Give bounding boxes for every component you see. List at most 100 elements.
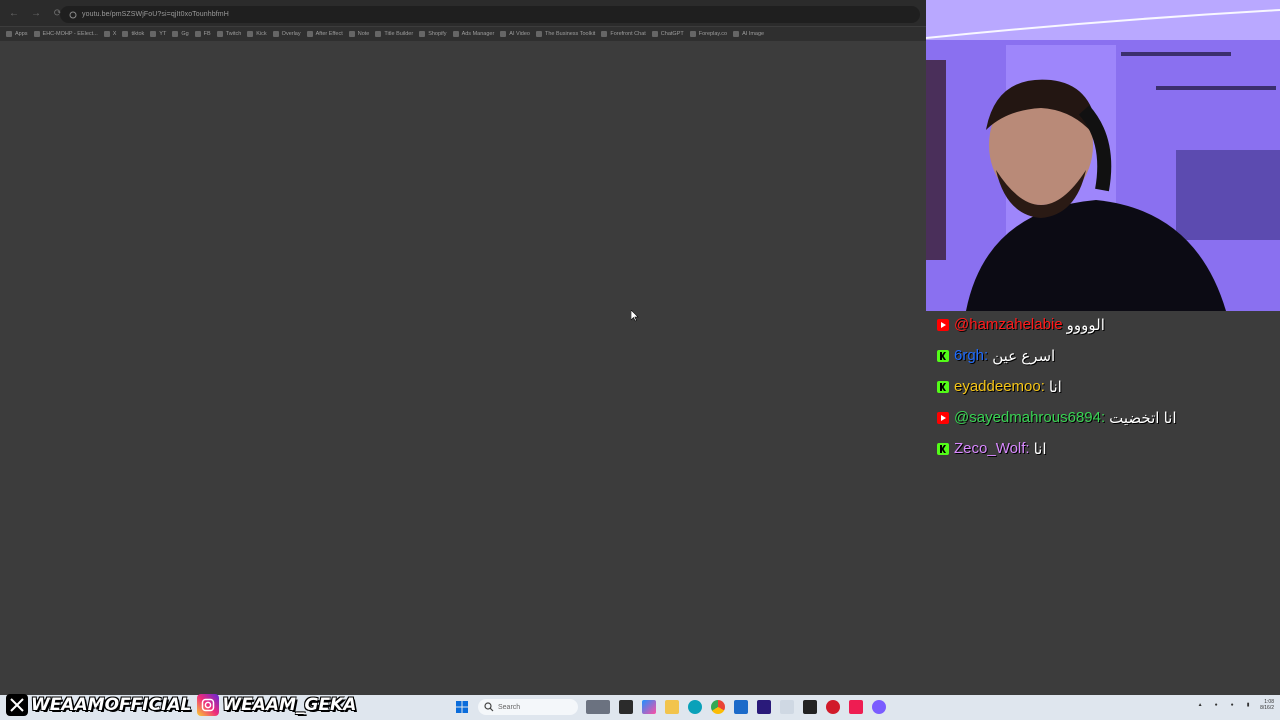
file-explorer-icon[interactable] <box>665 700 679 714</box>
bookmark-label: EHC-MOHP - EElect... <box>42 31 98 37</box>
premiere-icon[interactable] <box>757 700 771 714</box>
webcam-image <box>926 0 1280 311</box>
copilot-icon[interactable] <box>642 700 656 714</box>
bookmark-label: After Effect <box>315 31 343 37</box>
bookmark-label: The Business Toolkit <box>544 31 596 37</box>
search-placeholder: Search <box>498 703 521 711</box>
widgets-icon[interactable] <box>586 700 610 714</box>
bookmark-favicon-icon <box>33 31 40 37</box>
kick-icon <box>937 380 949 393</box>
bookmark-item[interactable]: Forefront Chat <box>601 31 646 37</box>
bookmark-favicon-icon <box>150 31 157 37</box>
bookmark-item[interactable]: Foreplay.co <box>689 31 727 37</box>
bookmark-item[interactable]: YT <box>150 31 166 37</box>
bookmark-favicon-icon <box>103 31 110 37</box>
taskbar-search[interactable]: Search <box>478 699 578 715</box>
bookmark-label: tiktok <box>131 31 145 37</box>
bookmark-label: Ads Manager <box>461 31 495 37</box>
volume-icon[interactable]: ● <box>1228 701 1236 709</box>
capture-icon[interactable] <box>826 700 840 714</box>
app-icon[interactable] <box>780 700 794 714</box>
kick-icon <box>937 349 949 362</box>
clock[interactable]: 1:08 8/16/2 <box>1260 699 1274 711</box>
bookmark-favicon-icon <box>348 31 355 37</box>
mail-icon[interactable] <box>734 700 748 714</box>
battery-icon[interactable]: ▮ <box>1244 701 1252 709</box>
bookmarks-bar: Apps EHC-MOHP - EElect... Xtiktok YT Gg FB Twi… <box>0 27 926 41</box>
bookmark-favicon-icon <box>651 31 658 37</box>
chat-message: Zeco_Wolf: انا <box>937 433 1277 464</box>
bookmark-label: Kick <box>256 31 267 37</box>
url-text[interactable]: youtu.be/pmSZSWjFoU?si=qjIt0xoTounhbfmH <box>82 11 229 18</box>
bookmark-item[interactable]: tiktok <box>122 31 144 37</box>
chevron-up-icon[interactable]: ▲ <box>1196 701 1204 709</box>
bookmark-item[interactable]: Overlay <box>272 31 301 37</box>
bookmark-item[interactable]: After Effect <box>306 31 343 37</box>
kick-icon <box>937 442 949 455</box>
bookmark-item[interactable]: Twitch <box>216 31 242 37</box>
task-view-icon[interactable] <box>619 700 633 714</box>
bookmark-label: Apps <box>15 31 28 37</box>
bookmark-favicon-icon <box>194 31 201 37</box>
bookmark-item[interactable]: AI Video <box>500 31 530 37</box>
bookmark-favicon-icon <box>733 31 740 37</box>
bookmark-item[interactable]: ChatGPT <box>651 31 684 37</box>
bookmark-favicon-icon <box>306 31 313 37</box>
bookmark-item[interactable]: The Business Toolkit <box>535 31 596 37</box>
bookmark-label: YT <box>159 31 167 37</box>
bookmark-favicon-icon <box>375 31 382 37</box>
bookmark-label: FB <box>203 31 211 37</box>
bookmark-item[interactable]: Kick <box>247 31 267 37</box>
bookmark-label: Shopify <box>428 31 447 37</box>
bookmark-favicon-icon <box>272 31 279 37</box>
windows-start-icon[interactable] <box>455 700 469 714</box>
mouse-cursor-icon <box>631 310 639 322</box>
bookmark-item[interactable]: Shopify <box>419 31 447 37</box>
bookmark-label: Twitch <box>225 31 242 37</box>
site-info-icon[interactable] <box>68 10 78 20</box>
webcam-feed <box>926 0 1280 311</box>
wifi-icon[interactable]: ● <box>1212 701 1220 709</box>
obs-icon[interactable] <box>803 700 817 714</box>
bookmark-item[interactable]: Ads Manager <box>452 31 495 37</box>
bookmark-item[interactable]: FB <box>194 31 211 37</box>
bookmark-favicon-icon <box>172 31 179 37</box>
search-icon <box>484 702 494 712</box>
instagram-handle: WEAAM_GEKA <box>222 695 357 715</box>
bookmark-label: ChatGPT <box>660 31 684 37</box>
bookmark-item[interactable]: X <box>103 31 116 37</box>
bookmark-favicon-icon <box>535 31 542 37</box>
x-handle: WEAAMOFFICIAL <box>31 695 192 715</box>
chat-message: @hamzahelabie الوووو <box>937 309 1277 340</box>
chat-text: اسرع عين <box>992 347 1056 365</box>
bookmark-favicon-icon <box>247 31 254 37</box>
bookmark-item[interactable]: Note <box>348 31 369 37</box>
chat-username: Zeco_Wolf: <box>954 440 1030 457</box>
youtube-icon <box>937 411 949 424</box>
bookmark-favicon-icon <box>216 31 223 37</box>
bookmark-label: AI Video <box>509 31 530 37</box>
instagram-logo-icon <box>197 694 220 716</box>
chat-overlay: @hamzahelabie الوووو 6rgh: اسرع عين eyaddeem… <box>937 309 1277 464</box>
chat-text: الوووو <box>1066 316 1105 334</box>
bookmark-item[interactable]: EHC-MOHP - EElect... <box>33 31 98 37</box>
chrome-icon[interactable] <box>711 700 725 714</box>
bookmark-item[interactable]: AI Image <box>733 31 764 37</box>
back-icon[interactable]: ← <box>6 5 22 21</box>
bookmark-item[interactable]: Gg <box>172 31 189 37</box>
bookmark-label: AI Image <box>742 31 765 37</box>
edge-icon[interactable] <box>688 700 702 714</box>
address-bar[interactable]: youtu.be/pmSZSWjFoU?si=qjIt0xoTounhbfmH <box>60 6 920 23</box>
clock-date: 8/16/2 <box>1260 705 1274 711</box>
bookmark-favicon-icon <box>689 31 696 37</box>
browser-toolbar: ← → ⟳ youtu.be/pmSZSWjFoU?si=qjIt0xoToun… <box>0 0 926 26</box>
chat-text: انا <box>1033 440 1047 458</box>
bookmark-label: Title Builder <box>384 31 414 37</box>
tiktok-icon[interactable] <box>849 700 863 714</box>
bookmark-item[interactable]: Title Builder <box>375 31 413 37</box>
chat-username: eyaddeemoo: <box>954 378 1045 395</box>
chat-username: 6rgh: <box>954 347 989 364</box>
messenger-icon[interactable] <box>872 700 886 714</box>
forward-icon[interactable]: → <box>28 5 44 21</box>
bookmark-item[interactable]: Apps <box>6 31 28 37</box>
